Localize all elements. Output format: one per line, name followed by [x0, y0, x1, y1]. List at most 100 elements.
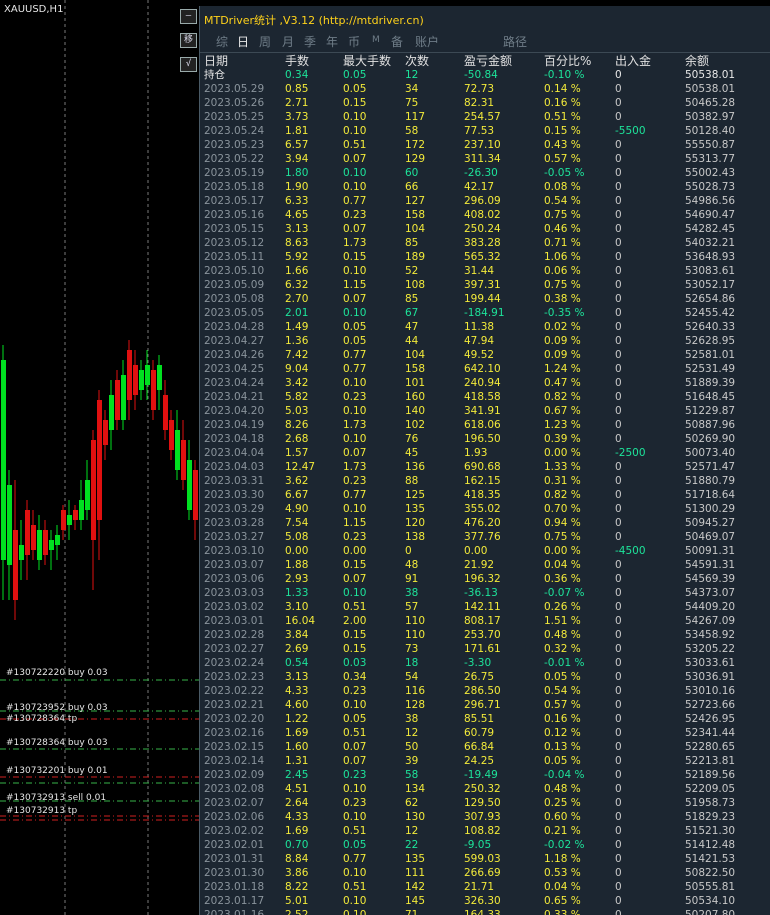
table-row: 2023.02.08 4.51 0.10 134 250.32 0.48 % 0 52209.…: [200, 782, 770, 796]
cell-max-lots: 0.10: [343, 699, 367, 711]
cell-balance: 50534.10: [685, 895, 736, 907]
cell-date: 2023.05.16: [204, 209, 265, 221]
candlestick-chart: [0, 0, 200, 915]
cell-max-lots: 0.15: [343, 97, 367, 109]
cell-max-lots: 0.10: [343, 503, 367, 515]
cell-percent: 0.33 %: [544, 909, 581, 915]
cell-count: 110: [405, 615, 426, 627]
cell-percent: 1.33 %: [544, 461, 581, 473]
cell-pnl: 618.06: [464, 419, 501, 431]
cell-count: 45: [405, 447, 419, 459]
cell-balance: 52531.49: [685, 363, 736, 375]
cell-cashflow: 0: [615, 419, 622, 431]
cell-max-lots: 0.23: [343, 209, 367, 221]
table-row: 2023.03.07 1.88 0.15 48 21.92 0.04 % 0 54591.31: [200, 558, 770, 572]
cell-count: 116: [405, 685, 426, 697]
cell-date: 2023.05.25: [204, 111, 265, 123]
cell-date: 持仓: [204, 69, 225, 81]
cell-percent: 0.54 %: [544, 685, 581, 697]
cell-date: 2023.05.17: [204, 195, 265, 207]
tab-account[interactable]: 账户: [415, 33, 439, 50]
cell-cashflow: 0: [615, 69, 622, 81]
cell-pnl: 397.31: [464, 279, 501, 291]
cell-lots: 1.49: [285, 321, 309, 333]
cell-lots: 1.57: [285, 447, 309, 459]
table-row: 2023.04.19 8.26 1.73 102 618.06 1.23 % 0 50887.…: [200, 418, 770, 432]
cell-count: 145: [405, 895, 426, 907]
cell-balance: 51229.87: [685, 405, 736, 417]
cell-lots: 1.69: [285, 727, 309, 739]
cell-pnl: 355.02: [464, 503, 501, 515]
cell-balance: 51412.48: [685, 839, 736, 851]
cell-balance: 50091.31: [685, 545, 736, 557]
cell-count: 34: [405, 83, 419, 95]
tab-backup[interactable]: 备: [391, 33, 403, 50]
cell-lots: 3.73: [285, 111, 309, 123]
cell-date: 2023.04.27: [204, 335, 265, 347]
cell-date: 2023.04.03: [204, 461, 265, 473]
candle-body: [97, 400, 102, 520]
cell-pnl: -3.30: [464, 657, 492, 669]
cell-cashflow: 0: [615, 573, 622, 585]
table-row: 2023.05.19 1.80 0.10 60 -26.30 -0.05 % 0 55002.…: [200, 166, 770, 180]
cell-cashflow: 0: [615, 251, 622, 263]
table-row: 2023.05.15 3.13 0.07 104 250.24 0.46 % 0 54282.…: [200, 222, 770, 236]
table-row: 2023.02.28 3.84 0.15 110 253.70 0.48 % 0 53458.…: [200, 628, 770, 642]
table-row: 2023.05.08 2.70 0.07 85 199.44 0.38 % 0 52654.8…: [200, 292, 770, 306]
table-row: 2023.04.20 5.03 0.10 140 341.91 0.67 % 0 51229.…: [200, 404, 770, 418]
cell-count: 158: [405, 363, 426, 375]
cell-cashflow: 0: [615, 83, 622, 95]
cell-balance: 51958.73: [685, 797, 736, 809]
cell-count: 39: [405, 755, 419, 767]
cell-balance: 50538.01: [685, 69, 736, 81]
cell-lots: 0.85: [285, 83, 309, 95]
cell-percent: 0.16 %: [544, 713, 581, 725]
cell-percent: 0.26 %: [544, 601, 581, 613]
tab-path[interactable]: 路径: [503, 33, 527, 50]
cell-max-lots: 0.51: [343, 825, 367, 837]
tab-quarter[interactable]: 季: [304, 33, 316, 50]
cell-pnl: 164.33: [464, 909, 501, 915]
table-row: 2023.03.28 7.54 1.15 120 476.20 0.94 % 0 50945.…: [200, 516, 770, 530]
cell-date: 2023.05.29: [204, 83, 265, 95]
cell-cashflow: 0: [615, 713, 622, 725]
cell-balance: 51421.53: [685, 853, 736, 865]
candle-body: [145, 365, 150, 385]
tab-year[interactable]: 年: [326, 33, 338, 50]
tab-currency[interactable]: 币: [348, 33, 360, 50]
candle-body: [43, 530, 48, 555]
cell-max-lots: 0.07: [343, 755, 367, 767]
cell-cashflow: 0: [615, 909, 622, 915]
cell-lots: 1.90: [285, 181, 309, 193]
tab-summary[interactable]: 综: [216, 33, 228, 50]
cell-date: 2023.01.18: [204, 881, 265, 893]
cell-pnl: -9.05: [464, 839, 492, 851]
table-row: 2023.04.24 3.42 0.10 101 240.94 0.47 % 0 51889.…: [200, 376, 770, 390]
cell-cashflow: 0: [615, 293, 622, 305]
cell-lots: 3.13: [285, 223, 309, 235]
cell-pnl: 250.24: [464, 223, 501, 235]
cell-cashflow: 0: [615, 755, 622, 767]
cell-lots: 16.04: [285, 615, 316, 627]
cell-date: 2023.02.28: [204, 629, 265, 641]
tab-month[interactable]: 月: [282, 33, 294, 50]
tab-week[interactable]: 周: [259, 33, 271, 50]
cell-balance: 54032.21: [685, 237, 736, 249]
cell-lots: 5.01: [285, 895, 309, 907]
cell-cashflow: 0: [615, 615, 622, 627]
cell-balance: 51718.64: [685, 489, 736, 501]
cell-percent: 0.39 %: [544, 433, 581, 445]
cell-count: 12: [405, 69, 419, 81]
cell-date: 2023.04.18: [204, 433, 265, 445]
cell-cashflow: 0: [615, 321, 622, 333]
move-button[interactable]: 移: [180, 33, 197, 48]
minimize-button[interactable]: —: [180, 9, 197, 24]
cell-pnl: 66.84: [464, 741, 495, 753]
cell-count: 50: [405, 741, 419, 753]
tab-day[interactable]: 日: [237, 33, 249, 50]
cell-pnl: -184.91: [464, 307, 505, 319]
check-button[interactable]: √: [180, 57, 197, 72]
tab-m[interactable]: M: [372, 35, 380, 45]
cell-percent: -0.35 %: [544, 307, 585, 319]
price-chart[interactable]: XAUUSD,H1 #130722220 buy 0.03 #130723952 …: [0, 0, 200, 915]
